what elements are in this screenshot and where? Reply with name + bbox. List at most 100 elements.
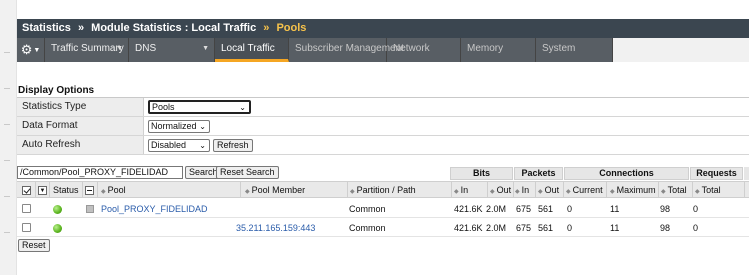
collapse-icon <box>85 186 94 196</box>
col-label: Out <box>544 185 560 195</box>
reset-button[interactable]: Reset <box>18 239 50 252</box>
table-row: Pool_PROXY_FIDELIDAD Common 421.6K 2.0M … <box>17 200 749 218</box>
pool-member-link[interactable]: 35.211.165.159:443 <box>236 219 315 237</box>
col-label: Current <box>572 185 603 195</box>
row-checkbox[interactable] <box>22 204 31 213</box>
breadcrumb-root: Statistics <box>22 22 71 34</box>
breadcrumb-current: Pools <box>276 22 307 34</box>
display-options-title: Display Options <box>18 85 95 96</box>
chevron-down-icon: ▼ <box>38 186 47 196</box>
packets-out-cell: 561 <box>538 223 554 233</box>
col-partition[interactable]: ◆ Partition / Path <box>348 182 452 198</box>
tab-label: Memory <box>467 43 504 54</box>
sort-icon: ◆ <box>695 189 700 195</box>
chevron-down-icon: ⌄ <box>199 121 206 131</box>
chevron-down-icon: ▼ <box>202 45 209 52</box>
chevron-down-icon: ▼ <box>33 46 41 54</box>
data-format-label: Data Format <box>17 117 144 135</box>
tab-label: Traffic Summary <box>51 43 124 54</box>
tab-subscriber-management[interactable]: Subscriber Management <box>289 38 404 62</box>
col-label: Total <box>701 185 721 195</box>
select-all-checkbox[interactable] <box>17 182 36 198</box>
table-row: 35.211.165.159:443 Common 421.6K 2.0M 67… <box>17 219 749 237</box>
auto-refresh-select[interactable]: Disabled ⌄ <box>148 138 210 152</box>
sort-icon: ◆ <box>490 189 495 195</box>
tab-network[interactable]: Network <box>387 38 461 62</box>
checkmark-icon <box>22 186 31 196</box>
tab-label: Local Traffic <box>221 43 275 54</box>
group-header-packets: Packets <box>514 167 563 180</box>
auto-refresh-row: Auto Refresh Disabled ⌄ Refresh <box>17 136 749 155</box>
group-header-more <box>744 167 749 180</box>
selection-menu[interactable]: ▼ <box>36 182 50 198</box>
sort-icon: ◆ <box>515 189 520 195</box>
conn-current-cell: 0 <box>567 223 573 233</box>
statistics-type-row: Statistics Type Pools ⌄ <box>17 98 749 117</box>
settings-menu-button[interactable]: ⚙ ▼ <box>17 38 45 62</box>
tab-memory[interactable]: Memory <box>461 38 536 62</box>
group-header-connections: Connections <box>564 167 689 180</box>
tab-local-traffic[interactable]: Local Traffic <box>215 38 289 62</box>
col-status[interactable]: Status <box>50 182 83 198</box>
data-format-select[interactable]: Normalized ⌄ <box>148 119 210 133</box>
sort-icon: ◆ <box>538 189 543 195</box>
col-pool[interactable]: ◆ Pool <box>98 182 241 198</box>
search-input[interactable]: /Common/Pool_PROXY_FIDELIDAD <box>17 166 183 179</box>
sort-icon: ◆ <box>101 189 106 195</box>
packets-in-cell: 675 <box>516 204 532 214</box>
sort-icon: ◆ <box>566 189 571 195</box>
col-bits-out[interactable]: ◆ Out <box>488 182 514 198</box>
tab-traffic-summary[interactable]: Traffic Summary ▼ <box>45 38 129 62</box>
nav-filler <box>613 38 749 62</box>
statistics-type-label: Statistics Type <box>17 98 144 116</box>
bits-in-cell: 421.6K <box>454 223 483 233</box>
col-bits-in[interactable]: ◆ In <box>452 182 488 198</box>
statistics-type-select[interactable]: Pools ⌄ <box>148 100 251 114</box>
col-conn-current[interactable]: ◆ Current <box>564 182 607 198</box>
row-checkbox[interactable] <box>22 223 31 232</box>
sort-icon: ◆ <box>610 189 615 195</box>
collapse-icon[interactable] <box>86 205 94 213</box>
pool-link[interactable]: Pool_PROXY_FIDELIDAD <box>101 200 208 218</box>
select-value: Normalized <box>151 120 197 131</box>
green-circle-icon <box>53 205 62 214</box>
gear-icon: ⚙ <box>20 42 33 57</box>
group-header-requests: Requests <box>690 167 743 180</box>
col-conn-total[interactable]: ◆ Total <box>659 182 693 198</box>
tab-label: System <box>542 43 576 54</box>
req-total-cell: 0 <box>693 204 699 214</box>
col-label: Partition / Path <box>356 185 416 195</box>
breadcrumb: Statistics » Module Statistics : Local T… <box>17 19 749 38</box>
col-packets-out[interactable]: ◆ Out <box>536 182 564 198</box>
col-label: Maximum <box>616 185 656 195</box>
col-label: In <box>521 185 530 195</box>
col-label: Pool Member <box>251 185 306 195</box>
chevron-down-icon: ⌄ <box>199 140 206 150</box>
conn-current-cell: 0 <box>567 204 573 214</box>
conn-maximum-cell: 11 <box>610 204 620 214</box>
tab-dns[interactable]: DNS ▼ <box>129 38 215 62</box>
packets-out-cell: 561 <box>538 204 554 214</box>
partition-cell: Common <box>349 204 386 214</box>
breadcrumb-separator: » <box>77 22 85 34</box>
col-req-total[interactable]: ◆ Total <box>693 182 745 198</box>
reset-search-button[interactable]: Reset Search <box>216 166 279 179</box>
chevron-down-icon: ▼ <box>116 45 123 52</box>
col-label: Pool <box>107 185 126 195</box>
breadcrumb-separator: » <box>263 22 270 34</box>
col-conn-maximum[interactable]: ◆ Maximum <box>607 182 659 198</box>
bits-out-cell: 2.0M <box>486 204 507 214</box>
tab-system[interactable]: System <box>536 38 613 62</box>
col-packets-in[interactable]: ◆ In <box>514 182 536 198</box>
chevron-down-icon: ⌄ <box>239 103 246 112</box>
table-header: ▼ Status ◆ Pool ◆ Pool Member ◆ Partition /… <box>17 181 749 198</box>
sort-icon: ◆ <box>350 189 355 195</box>
partition-cell: Common <box>349 223 386 233</box>
refresh-button[interactable]: Refresh <box>213 138 253 152</box>
col-pool-member[interactable]: ◆ Pool Member <box>241 182 348 198</box>
conn-total-cell: 98 <box>660 223 671 233</box>
tab-label: DNS <box>135 43 157 54</box>
collapse-all-button[interactable] <box>83 182 98 198</box>
conn-total-cell: 98 <box>660 204 671 214</box>
green-circle-icon <box>53 224 62 233</box>
